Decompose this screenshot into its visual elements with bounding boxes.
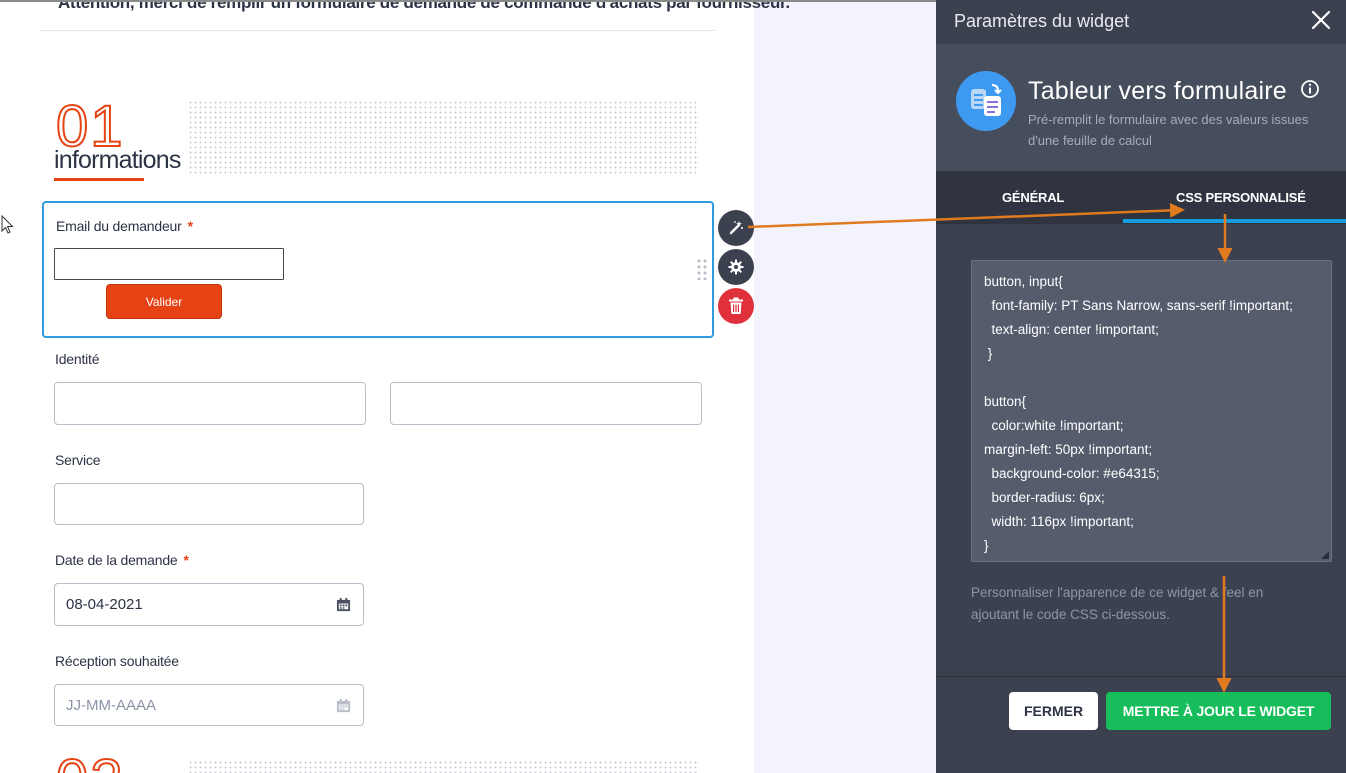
- resize-grip-icon[interactable]: [1321, 551, 1329, 559]
- reception-date-input[interactable]: JJ-MM-AAAA: [54, 684, 364, 726]
- css-code-content: button, input{ font-family: PT Sans Narr…: [984, 274, 1293, 553]
- calendar-icon[interactable]: [336, 597, 351, 612]
- gear-icon: [728, 259, 744, 275]
- email-field-label: Email du demandeur *: [56, 218, 193, 234]
- mouse-cursor-icon: [1, 215, 14, 234]
- request-date-field-label: Date de la demande *: [55, 552, 189, 568]
- required-asterisk: *: [187, 218, 193, 234]
- validate-button[interactable]: Valider: [106, 284, 222, 319]
- panel-header: Paramètres du widget: [936, 0, 1346, 44]
- request-date-input[interactable]: 08-04-2021: [54, 583, 364, 626]
- reception-date-field-label: Réception souhaitée: [55, 653, 179, 669]
- close-button[interactable]: FERMER: [1009, 692, 1098, 730]
- trash-icon: [729, 297, 743, 314]
- panel-title: Paramètres du widget: [954, 11, 1130, 31]
- custom-css-help-text: Personnaliser l'apparence de ce widget &…: [971, 585, 1264, 622]
- email-field-container-selected[interactable]: Email du demandeur * Valider: [42, 201, 714, 338]
- widget-name: Tableur vers formulaire: [1028, 77, 1287, 105]
- section-dot-pattern: [188, 100, 698, 174]
- section-dot-pattern-2: [188, 760, 698, 773]
- identity-first-name-input[interactable]: [54, 382, 366, 425]
- form-builder-canvas: Attention, merci de remplir un formulair…: [0, 0, 936, 773]
- panel-tabs: GÉNÉRAL CSS PERSONNALISÉ: [936, 171, 1346, 224]
- notice-divider: [40, 30, 716, 31]
- close-icon[interactable]: [1310, 9, 1332, 31]
- section-underline: [54, 178, 144, 181]
- request-date-value: 08-04-2021: [66, 596, 143, 613]
- info-icon[interactable]: [1300, 79, 1320, 99]
- reception-date-placeholder: JJ-MM-AAAA: [66, 697, 156, 714]
- tab-general[interactable]: GÉNÉRAL: [1002, 190, 1064, 205]
- delete-tool-button[interactable]: [718, 288, 754, 324]
- footer-divider: [936, 676, 1346, 677]
- widget-info: Tableur vers formulaire Pré-remplit le f…: [936, 44, 1346, 171]
- identity-field-label: Identité: [55, 351, 100, 367]
- widget-settings-panel: Paramètres du widget Tableur vers formul…: [936, 0, 1346, 773]
- update-widget-button[interactable]: METTRE À JOUR LE WIDGET: [1106, 692, 1331, 730]
- identity-last-name-input[interactable]: [390, 382, 702, 425]
- section-label: informations: [54, 146, 181, 174]
- service-field-label: Service: [55, 452, 101, 468]
- section-number-2: 02: [55, 751, 125, 773]
- settings-tool-button[interactable]: [718, 249, 754, 285]
- widget-description: Pré-remplit le formulaire avec des valeu…: [1028, 112, 1309, 148]
- drag-handle[interactable]: [696, 258, 708, 280]
- spreadsheet-to-form-icon: [956, 71, 1016, 131]
- tab-custom-css[interactable]: CSS PERSONNALISÉ: [1176, 190, 1306, 205]
- form-card: Attention, merci de remplir un formulair…: [0, 0, 790, 773]
- calendar-icon[interactable]: [336, 698, 351, 713]
- email-input[interactable]: [54, 248, 284, 280]
- magic-wand-icon: [729, 221, 743, 235]
- required-asterisk: *: [183, 552, 189, 568]
- custom-css-textarea[interactable]: button, input{ font-family: PT Sans Narr…: [971, 260, 1332, 562]
- wand-tool-button[interactable]: [718, 210, 754, 246]
- active-tab-indicator: [1123, 219, 1346, 223]
- service-input[interactable]: [54, 483, 364, 525]
